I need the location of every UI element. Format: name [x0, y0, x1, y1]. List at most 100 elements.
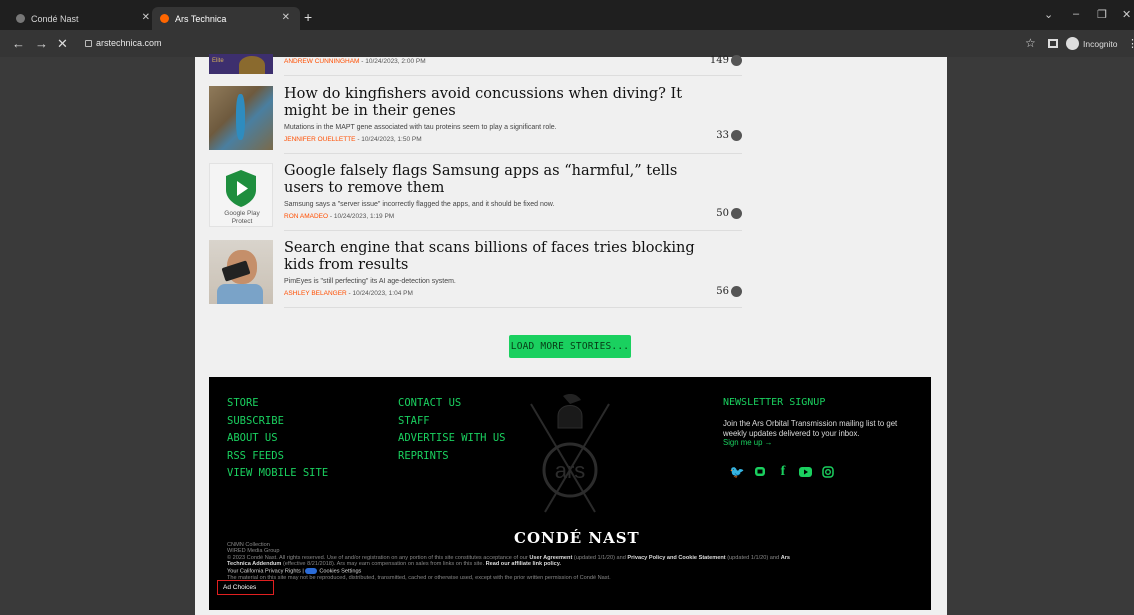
logo-text: ars	[555, 458, 586, 483]
ars-favicon-icon	[160, 14, 169, 23]
footer-link-subscribe[interactable]: SUBSCRIBE	[227, 413, 328, 431]
close-icon[interactable]: ✕	[282, 12, 290, 23]
cookies-settings-link[interactable]: Cookies Settings	[319, 568, 361, 574]
affiliate-policy-link[interactable]: Read our affiliate link policy.	[486, 561, 561, 567]
new-tab-icon[interactable]: +	[304, 9, 312, 25]
shirt-shape	[217, 284, 263, 304]
article-author[interactable]: ANDREW CUNNINGHAM	[284, 58, 359, 65]
incognito-icon[interactable]	[1066, 37, 1079, 50]
newsletter-signup-link[interactable]: Sign me up →	[723, 438, 923, 448]
footer-link-mobile[interactable]: VIEW MOBILE SITE	[227, 465, 328, 483]
comment-bubble-icon	[731, 130, 742, 141]
article-date: - 10/24/2023, 1:04 PM	[346, 290, 413, 297]
ars-addendum-link[interactable]: Ars	[781, 555, 790, 561]
cookies-toggle-icon[interactable]	[305, 568, 318, 574]
footer-link-advertise[interactable]: ADVERTISE WITH US	[398, 430, 505, 448]
side-panel-icon[interactable]	[1048, 39, 1058, 48]
article-thumbnail[interactable]: Elite	[209, 54, 273, 74]
browser-tab-bar: Condé Nast ✕ Ars Technica ✕ + ⌄ – ❐ ✕	[0, 0, 1134, 30]
tab-ars-technica[interactable]: Ars Technica ✕	[152, 7, 300, 30]
bookmark-star-icon[interactable]: ☆	[1025, 36, 1036, 50]
url-field[interactable]: arstechnica.com	[96, 38, 162, 48]
comment-bubble-icon	[731, 55, 742, 66]
comment-count[interactable]: 50	[716, 208, 742, 219]
facebook-icon[interactable]: f	[776, 464, 790, 479]
privacy-row: Your California Privacy Rights | Cookies…	[227, 568, 362, 575]
article-excerpt: Mutations in the MAPT gene associated wi…	[284, 124, 557, 131]
divider	[284, 75, 742, 76]
california-privacy-link[interactable]: Your California Privacy Rights	[227, 568, 301, 574]
article-excerpt: PimEyes is "still perfecting" its AI age…	[284, 278, 456, 285]
footer-link-staff[interactable]: STAFF	[398, 413, 505, 431]
footer-link-about[interactable]: ABOUT US	[227, 430, 328, 448]
thumbnail-text: Elite	[212, 58, 224, 64]
footer-link-reprints[interactable]: REPRINTS	[398, 448, 505, 466]
list-item[interactable]: How do kingfishers avoid concussions whe…	[209, 86, 742, 154]
comment-bubble-icon	[731, 286, 742, 297]
newsletter-text: Join the Ars Orbital Transmission mailin…	[723, 419, 923, 448]
mastodon-icon[interactable]	[753, 465, 767, 479]
article-byline: RON AMADEO - 10/24/2023, 1:19 PM	[284, 213, 394, 220]
load-more-button[interactable]: LOAD MORE STORIES...	[509, 335, 631, 358]
legal-text-part: (updated 1/1/20) and	[725, 555, 781, 561]
profile-label[interactable]: Incognito	[1083, 39, 1118, 49]
comment-count[interactable]: 56	[716, 286, 742, 297]
window-close-icon[interactable]: ✕	[1122, 8, 1131, 21]
ad-choices-link[interactable]: Ad Choices	[217, 580, 274, 595]
instagram-icon[interactable]	[821, 465, 835, 479]
legal-text: Technica Addendum (effective 8/21/2018).…	[227, 561, 561, 567]
ars-addendum-link[interactable]: Technica Addendum	[227, 561, 281, 567]
privacy-policy-link[interactable]: Privacy Policy and Cookie Statement	[627, 555, 725, 561]
article-date: - 10/24/2023, 1:50 PM	[355, 136, 422, 143]
article-excerpt: Samsung says a "server issue" incorrectl…	[284, 201, 555, 208]
footer-link-rss[interactable]: RSS FEEDS	[227, 448, 328, 466]
article-author[interactable]: ASHLEY BELANGER	[284, 290, 347, 297]
comment-count-value: 149	[709, 55, 729, 66]
back-icon[interactable]: ←	[12, 36, 25, 51]
close-icon[interactable]: ✕	[142, 12, 150, 23]
comment-count-value: 50	[716, 208, 729, 219]
twitter-icon[interactable]: 🐦	[730, 465, 745, 479]
article-byline: ASHLEY BELANGER - 10/24/2023, 1:04 PM	[284, 290, 413, 297]
material-notice: The material on this site may not be rep…	[227, 575, 611, 581]
list-item[interactable]: Elite ANDREW CUNNINGHAM - 10/24/2023, 2:…	[209, 44, 742, 76]
restore-icon[interactable]: ❐	[1097, 8, 1107, 21]
footer-link-contact[interactable]: CONTACT US	[398, 395, 505, 413]
footer-link-store[interactable]: STORE	[227, 395, 328, 413]
article-date: - 10/24/2023, 2:00 PM	[359, 58, 426, 65]
comment-count[interactable]: 33	[716, 130, 742, 141]
article-thumbnail[interactable]: Google Play Protect	[209, 163, 273, 227]
comment-count[interactable]: 149	[710, 55, 742, 66]
divider	[284, 153, 742, 154]
list-item[interactable]: Search engine that scans billions of fac…	[209, 240, 742, 308]
forward-icon[interactable]: →	[35, 36, 48, 51]
article-author[interactable]: RON AMADEO	[284, 213, 328, 220]
minimize-icon[interactable]: –	[1073, 8, 1079, 20]
divider	[284, 307, 742, 308]
article-title[interactable]: Google falsely flags Samsung apps as “ha…	[284, 163, 714, 197]
collection-line: WIRED Media Group	[227, 548, 280, 554]
article-thumbnail[interactable]	[209, 240, 273, 304]
thumbnail-text: Google Play	[224, 210, 260, 217]
conde-nast-logo[interactable]: CONDÉ NAST	[514, 529, 640, 547]
tab-title: Ars Technica	[175, 13, 227, 24]
menu-icon[interactable]: ⋮	[1127, 37, 1134, 50]
article-byline: JENNIFER OUELLETTE - 10/24/2023, 1:50 PM	[284, 136, 422, 143]
newsletter-title: NEWSLETTER SIGNUP	[723, 397, 826, 408]
footer-links-col2: CONTACT US STAFF ADVERTISE WITH US REPRI…	[398, 395, 505, 465]
article-title[interactable]: How do kingfishers avoid concussions whe…	[284, 86, 714, 120]
youtube-icon[interactable]	[798, 465, 812, 479]
tab-search-icon[interactable]: ⌄	[1044, 8, 1053, 21]
article-author[interactable]: JENNIFER OUELLETTE	[284, 136, 356, 143]
article-title[interactable]: Search engine that scans billions of fac…	[284, 240, 714, 274]
tab-title: Condé Nast	[31, 13, 79, 24]
tab-conde-nast[interactable]: Condé Nast ✕	[8, 7, 160, 30]
article-date: - 10/24/2023, 1:19 PM	[328, 213, 395, 220]
lock-icon	[85, 40, 92, 47]
list-item[interactable]: Google Play Protect Google falsely flags…	[209, 163, 742, 231]
article-thumbnail[interactable]	[209, 86, 273, 150]
stop-icon[interactable]: ✕	[57, 36, 68, 52]
newsletter-description: Join the Ars Orbital Transmission mailin…	[723, 419, 898, 438]
ars-logo-icon: ars	[530, 394, 610, 513]
thumbnail-text: Protect	[231, 218, 253, 225]
